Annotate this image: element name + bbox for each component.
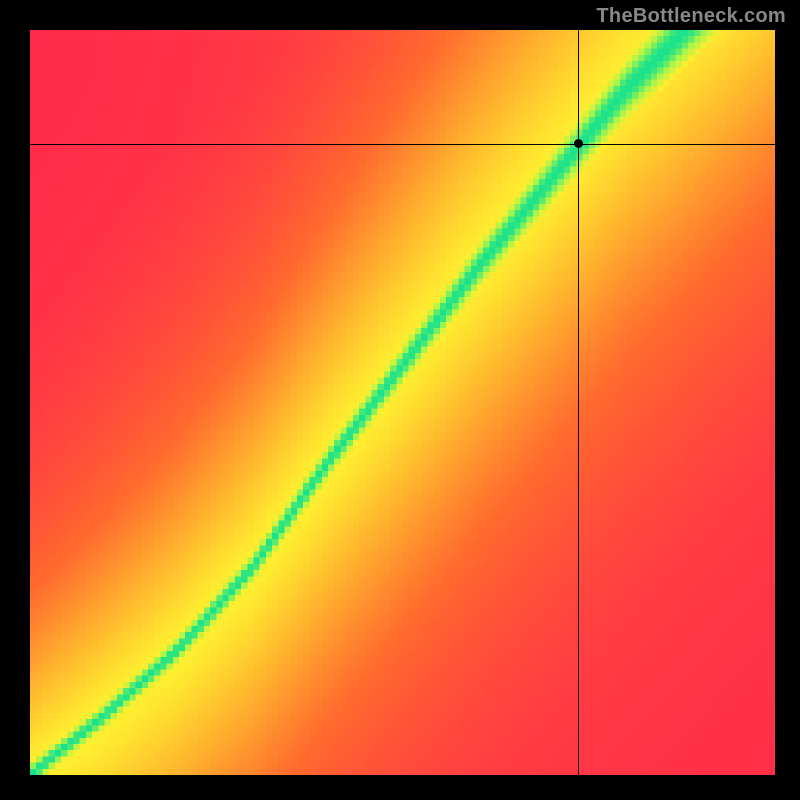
heatmap-canvas xyxy=(30,30,775,775)
chart-frame: TheBottleneck.com xyxy=(0,0,800,800)
attribution-label: TheBottleneck.com xyxy=(596,5,786,28)
heatmap-plot xyxy=(30,30,775,775)
crosshair-horizontal xyxy=(30,144,775,145)
